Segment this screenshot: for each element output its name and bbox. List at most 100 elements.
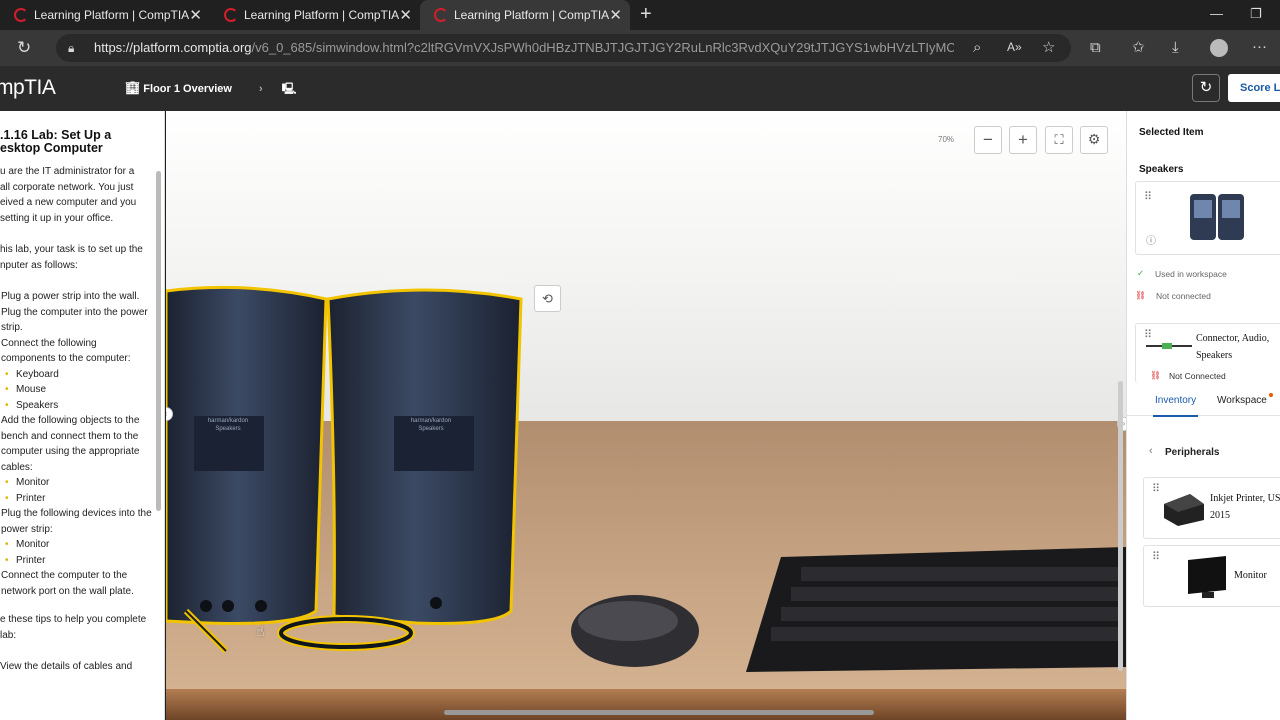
app-header: mpTIA 🏢︎ Floor 1 Overview › 🖳︎ ↻ Score L… bbox=[0, 66, 1280, 111]
mouse-image[interactable] bbox=[568, 591, 703, 671]
close-icon[interactable]: ✕ bbox=[189, 6, 202, 24]
text-line: nputer as follows: bbox=[0, 259, 78, 271]
breadcrumb[interactable]: 🏢︎ Floor 1 Overview › 🖳︎ bbox=[125, 80, 296, 99]
model-text: Speakers bbox=[418, 426, 444, 432]
url-field[interactable]: 🔒︎ https://platform.comptia.org/v6_0_685… bbox=[56, 34, 1071, 62]
lock-icon[interactable]: 🔒︎ bbox=[68, 41, 74, 56]
step-item: Plug the computer into the power strip. bbox=[0, 305, 152, 336]
favorites-icon[interactable]: ✩ bbox=[1132, 40, 1145, 55]
cable-name: Connector, Audio, Speakers bbox=[1196, 330, 1269, 364]
download-icon[interactable]: ⤓ bbox=[1172, 40, 1179, 55]
workstation-icon[interactable]: 🖳︎ bbox=[282, 83, 297, 95]
browser-tab-3[interactable]: Learning Platform | CompTIA ✕ bbox=[420, 0, 630, 30]
score-lab-button[interactable]: Score La bbox=[1228, 74, 1280, 102]
star-icon[interactable]: ☆ bbox=[1042, 40, 1055, 55]
selected-item-name: Speakers bbox=[1139, 164, 1184, 175]
item-name-line: Inkjet Printer, USB bbox=[1210, 493, 1280, 504]
lab-title-line: esktop Computer bbox=[0, 141, 103, 155]
zoom-level: 70% bbox=[938, 135, 955, 144]
cable-card[interactable]: ⠿ Connector, Audio, Speakers ⛓ Not Conne… bbox=[1135, 323, 1280, 383]
category-title[interactable]: Peripherals bbox=[1165, 447, 1219, 458]
new-tab-icon[interactable]: + bbox=[640, 0, 652, 30]
details-panel: Selected Item Speakers ⠿ ⓘ ✓ Used in wor… bbox=[1126, 111, 1280, 720]
audio-cable-thumbnail bbox=[1146, 343, 1192, 349]
drag-handle-icon[interactable]: ⠿ bbox=[1144, 190, 1152, 203]
step-item: Plug a power strip into the wall. bbox=[0, 289, 152, 305]
comptia-favicon-icon bbox=[224, 8, 238, 22]
text-line: power strip: bbox=[1, 523, 53, 535]
close-icon[interactable]: ✕ bbox=[609, 6, 622, 24]
instructions-scrollbar[interactable] bbox=[156, 171, 161, 511]
text-line: all corporate network. You just bbox=[0, 181, 134, 193]
text-line: setting it up in your office. bbox=[0, 212, 114, 224]
browser-tab-2[interactable]: Learning Platform | CompTIA ✕ bbox=[210, 0, 420, 30]
inventory-item-monitor[interactable]: ⠿ Monitor bbox=[1143, 545, 1280, 607]
profile-icon[interactable] bbox=[1210, 39, 1228, 57]
comptia-favicon-icon bbox=[14, 8, 28, 22]
drag-handle-icon[interactable]: ⠿ bbox=[1152, 482, 1160, 495]
text-line: computer using the appropriate bbox=[1, 446, 140, 457]
tab-inventory[interactable]: Inventory bbox=[1152, 395, 1199, 417]
address-bar: ↻ 🔒︎ https://platform.comptia.org/v6_0_6… bbox=[0, 30, 1280, 66]
extensions-icon[interactable]: ⧉ bbox=[1090, 40, 1101, 55]
steps-list: Plug a power strip into the wall. Plug t… bbox=[0, 289, 152, 599]
refresh-lab-button[interactable]: ↻ bbox=[1192, 74, 1220, 102]
breadcrumb-label: Floor 1 Overview bbox=[143, 83, 232, 95]
speaker-label-left: harman/kardon Speakers bbox=[198, 417, 258, 433]
chevron-left-icon[interactable]: ‹ bbox=[1149, 445, 1153, 457]
step-item: Connect the following components to the c… bbox=[0, 336, 152, 367]
browser-tab-1[interactable]: Learning Platform | CompTIA ✕ bbox=[0, 0, 210, 30]
task-paragraph: his lab, your task is to set up the nput… bbox=[0, 242, 152, 273]
lab-title: .1.16 Lab: Set Up a esktop Computer bbox=[0, 129, 150, 155]
text-line: Plug the following devices into the bbox=[1, 508, 152, 519]
restore-icon[interactable]: ❐ bbox=[1250, 6, 1262, 22]
selected-item-card[interactable]: ⠿ ⓘ bbox=[1135, 181, 1280, 255]
text-line: Plug the computer into the power bbox=[1, 306, 148, 318]
sub-item: Monitor bbox=[0, 537, 152, 553]
speakers-image[interactable] bbox=[166, 281, 536, 661]
cable-name-line: Speakers bbox=[1196, 350, 1233, 361]
read-aloud-icon[interactable]: A» bbox=[1007, 40, 1022, 55]
text-line: Add the following objects to the bbox=[1, 415, 140, 426]
step-item: Plug the following devices into the power… bbox=[0, 506, 152, 537]
settings-icon[interactable]: ⚙ bbox=[1080, 126, 1108, 154]
speakers-thumbnail bbox=[1190, 194, 1244, 240]
tab-workspace[interactable]: Workspace bbox=[1217, 395, 1267, 406]
inventory-item-printer[interactable]: ⠿ Inkjet Printer, USB 2015 bbox=[1143, 477, 1280, 539]
refresh-icon[interactable]: ↻ bbox=[17, 39, 31, 56]
text-line: cables: bbox=[1, 461, 33, 473]
text-line: his lab, your task is to set up the bbox=[0, 244, 143, 255]
inventory-item-name: Monitor bbox=[1234, 570, 1267, 581]
tab-title: Learning Platform | CompTIA bbox=[34, 8, 190, 22]
rotate-icon[interactable]: ⟲ bbox=[534, 285, 561, 312]
chevron-right-icon: › bbox=[259, 83, 263, 95]
text-line: bench and connect them to the bbox=[1, 430, 139, 442]
sub-item: Monitor bbox=[0, 475, 152, 491]
fullscreen-icon[interactable]: ⛶ bbox=[1045, 126, 1073, 154]
tips-paragraph: e these tips to help you complete lab: bbox=[0, 612, 152, 643]
drag-handle-icon[interactable]: ⠿ bbox=[1152, 550, 1160, 563]
search-icon[interactable]: ⌕ bbox=[973, 40, 981, 55]
text-line: Connect the computer to the bbox=[1, 570, 128, 581]
printer-thumbnail bbox=[1164, 494, 1204, 526]
info-icon[interactable]: ⓘ bbox=[1146, 232, 1156, 247]
workspace-horizontal-scrollbar[interactable] bbox=[444, 710, 874, 715]
sub-item: Speakers bbox=[0, 398, 152, 414]
workspace-vertical-scrollbar[interactable] bbox=[1118, 381, 1123, 671]
more-icon[interactable]: ··· bbox=[1252, 39, 1267, 54]
check-icon: ✓ bbox=[1137, 268, 1145, 278]
text-line: components to the computer: bbox=[1, 353, 131, 364]
cable-name-line: Connector, Audio, bbox=[1196, 333, 1270, 344]
minimize-icon[interactable]: — bbox=[1210, 6, 1223, 21]
panel-tabs: Inventory Workspace bbox=[1127, 388, 1280, 417]
close-icon[interactable]: ✕ bbox=[399, 6, 412, 24]
text-line: lab: bbox=[0, 629, 17, 641]
lab-workspace[interactable]: harman/kardon Speakers harman/kardon Spe… bbox=[166, 111, 1126, 720]
selected-item-heading: Selected Item bbox=[1139, 127, 1204, 138]
sub-item: Printer bbox=[0, 491, 152, 507]
zoom-in-icon[interactable]: + bbox=[1009, 126, 1037, 154]
keyboard-image[interactable] bbox=[741, 547, 1126, 672]
cable-status: Not Connected bbox=[1169, 371, 1226, 381]
text-line: e these tips to help you complete bbox=[0, 614, 147, 625]
zoom-out-icon[interactable]: − bbox=[974, 126, 1002, 154]
